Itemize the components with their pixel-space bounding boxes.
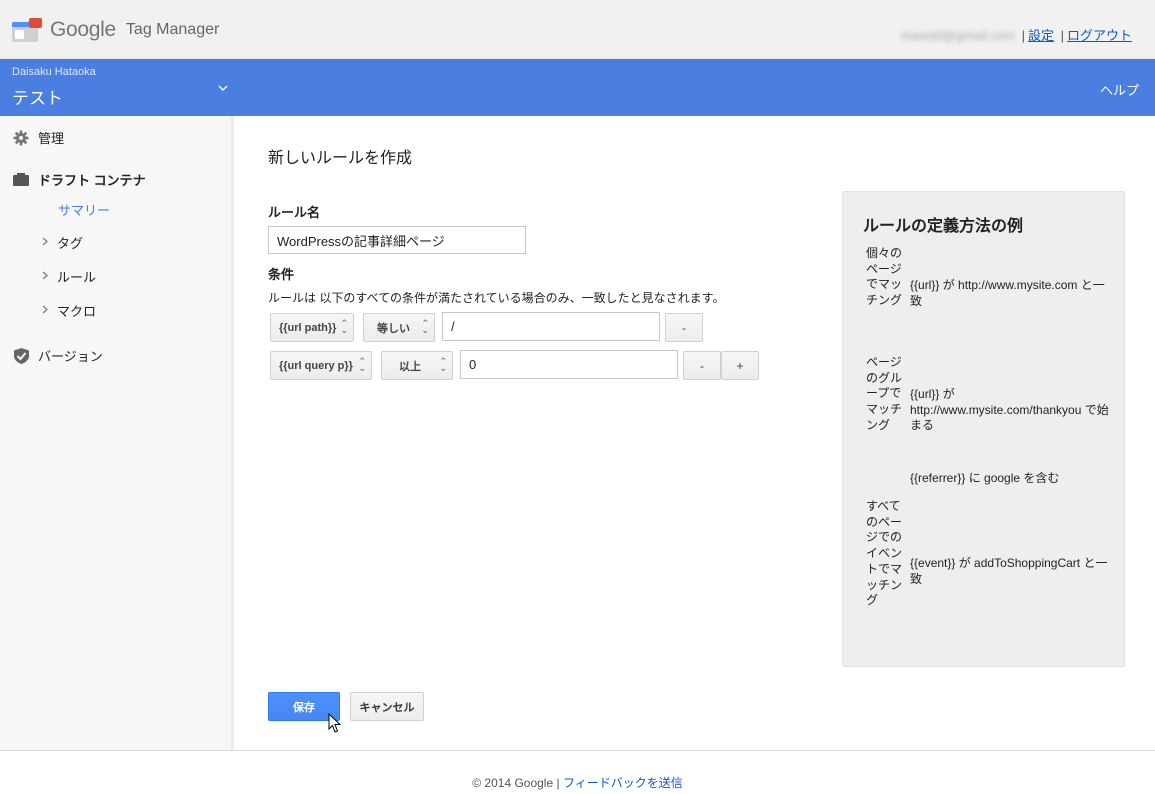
sidebar-item-macros[interactable]: マクロ	[42, 301, 96, 320]
cancel-button[interactable]: キャンセル	[350, 692, 424, 721]
rule-name-label: ルール名	[268, 205, 321, 220]
example-category: ページのグループでマッチング	[866, 355, 903, 432]
account-separator: |	[1021, 28, 1025, 43]
container-chevron-down-icon[interactable]	[218, 81, 228, 95]
page-title: 新しいルールを作成	[268, 150, 413, 167]
sidebar-item-summary[interactable]: サマリー	[58, 200, 110, 219]
sidebar-item-label: 管理	[38, 131, 65, 146]
shield-check-icon	[12, 347, 30, 365]
logo-google-text: Google	[50, 18, 116, 41]
gtm-logo[interactable]: Google Tag Manager	[12, 18, 219, 42]
condition-value-input[interactable]	[460, 350, 678, 379]
condition-macro-value: {{url query p}}	[279, 359, 353, 372]
condition-macro-select[interactable]: {{url path}} ⌃ ⌄	[270, 313, 354, 342]
account-separator: |	[1060, 28, 1064, 43]
condition-macro-value: {{url path}}	[279, 321, 337, 334]
help-link[interactable]: ヘルプ	[1100, 80, 1139, 99]
settings-link[interactable]: 設定	[1028, 28, 1054, 43]
sidebar-item-admin[interactable]: 管理	[12, 128, 64, 147]
top-bar: Google Tag Manager mawdd@gmail.com | 設定 |…	[0, 0, 1155, 59]
sidebar-item-label: サマリー	[58, 203, 111, 218]
gear-icon	[12, 129, 30, 147]
chevron-right-icon	[42, 271, 48, 283]
condition-operator-select[interactable]: 等しい ⌃ ⌄	[363, 313, 435, 342]
example-rule: {{url}} が http://www.mysite.com/thankyou…	[910, 387, 1109, 432]
examples-title: ルールの定義方法の例	[863, 218, 1024, 235]
add-condition-button[interactable]: +	[721, 351, 759, 380]
gtm-logo-icon	[12, 18, 42, 42]
container-name[interactable]: テスト	[12, 84, 63, 109]
rule-name-input[interactable]	[268, 226, 526, 254]
account-owner-name: Daisaku Hataoka	[12, 66, 96, 78]
chevron-right-icon	[42, 237, 48, 249]
container-icon	[12, 171, 30, 189]
example-rule: {{url}} が http://www.mysite.com と一致	[910, 278, 1105, 308]
select-arrows-icon: ⌃ ⌄	[358, 356, 366, 373]
condition-operator-select[interactable]: 以上 ⌃ ⌄	[381, 351, 453, 380]
sidebar-item-label: ドラフト コンテナ	[38, 173, 146, 188]
footer-copyright: © 2014 Google	[472, 776, 554, 790]
account-email: mawdd@gmail.com	[900, 28, 1015, 43]
example-rule: {{event}} が addToShoppingCart と一致	[910, 556, 1108, 586]
footer-separator: |	[556, 776, 560, 790]
conditions-description: ルールは 以下のすべての条件が満たされている場合のみ、一致したと見なされます。	[268, 291, 725, 305]
logout-link[interactable]: ログアウト	[1067, 28, 1132, 43]
condition-operator-value: 等しい	[377, 322, 410, 335]
condition-value-input[interactable]	[442, 312, 660, 341]
remove-condition-button[interactable]: -	[683, 351, 721, 380]
sidebar: 管理 ドラフト コンテナ サマリー タグ ルール マクロ バージョン	[0, 116, 234, 750]
condition-operator-value: 以上	[399, 360, 421, 373]
select-arrows-icon: ⌃ ⌄	[439, 356, 447, 373]
condition-macro-select[interactable]: {{url query p}} ⌃ ⌄	[270, 351, 372, 380]
sidebar-item-draft-container[interactable]: ドラフト コンテナ	[12, 170, 146, 189]
conditions-label: 条件	[268, 267, 295, 282]
example-category: すべてのページでのイベントでマッチング	[866, 499, 903, 608]
mouse-cursor-icon	[328, 712, 342, 737]
sidebar-item-label: バージョン	[38, 349, 103, 364]
sidebar-item-tags[interactable]: タグ	[42, 233, 83, 252]
footer: © 2014 Google | フィードバックを送信	[0, 750, 1155, 794]
feedback-link[interactable]: フィードバックを送信	[563, 776, 683, 790]
account-area: mawdd@gmail.com | 設定 | ログアウト	[901, 25, 1132, 44]
rule-examples-panel: ルールの定義方法の例 個々のページでマッチング {{url}} が http:/…	[842, 191, 1125, 667]
chevron-right-icon	[42, 305, 48, 317]
sidebar-item-label: ルール	[57, 270, 97, 285]
example-category: 個々のページでマッチング	[866, 246, 903, 308]
select-arrows-icon: ⌃ ⌄	[421, 318, 429, 335]
container-bar: Daisaku Hataoka テスト ヘルプ	[0, 59, 1155, 116]
logo-product-text: Tag Manager	[125, 21, 220, 38]
sidebar-item-label: マクロ	[57, 304, 97, 319]
remove-condition-button[interactable]: -	[665, 313, 703, 342]
sidebar-item-versions[interactable]: バージョン	[12, 346, 103, 365]
example-rule: {{referrer}} に google を含む	[910, 471, 1060, 485]
sidebar-item-rules[interactable]: ルール	[42, 267, 96, 286]
sidebar-item-label: タグ	[57, 236, 84, 251]
select-arrows-icon: ⌃ ⌄	[340, 318, 348, 335]
